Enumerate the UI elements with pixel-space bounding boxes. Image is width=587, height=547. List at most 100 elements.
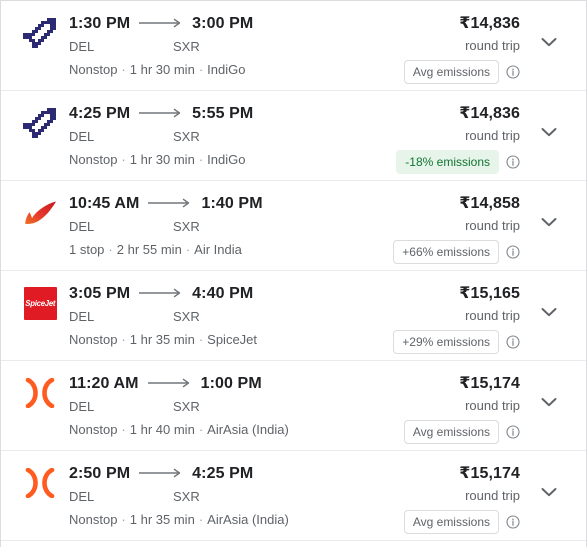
stops-label: Nonstop [69,512,118,527]
trip-type-label: round trip [465,488,520,503]
air-india-airline-logo [22,195,58,231]
airport-codes: DEL SXR [69,37,360,57]
airline-name: Air India [194,242,242,257]
trip-type-label: round trip [465,218,520,233]
airline-name: AirAsia (India) [207,422,289,437]
spicejet-airline-logo: SpiceJet [22,285,58,321]
duration-label: 1 hr 30 min [129,152,195,167]
details-separator: · [198,332,204,347]
trip-type-label: round trip [465,398,520,413]
flight-details: Nonstop · 1 hr 35 min · AirAsia (India) [69,510,360,530]
airline-name: AirAsia (India) [207,512,289,527]
emissions-row: Avg emissions [360,510,520,534]
expand-flight-chevron-down-icon[interactable] [526,193,572,233]
flight-result-row[interactable]: SpiceJet 3:05 PM 4:40 PM DEL SXR Nonstop · 1 hr… [1,271,586,361]
flight-price: ₹14,836 [459,105,520,122]
details-separator: · [198,422,204,437]
flight-details: Nonstop · 1 hr 35 min · SpiceJet [69,330,360,350]
flight-price: ₹15,165 [459,285,520,302]
price-cell: ₹14,836 round trip -18% emissions [360,103,526,174]
details-separator: · [121,422,126,437]
destination-airport-code: SXR [173,39,200,54]
emissions-badge[interactable]: +29% emissions [393,330,499,354]
flight-times: 4:25 PM 5:55 PM [69,103,360,125]
airport-codes: DEL SXR [69,397,360,417]
departure-time: 11:20 AM [69,375,139,392]
stops-label: Nonstop [69,332,118,347]
airport-codes: DEL SXR [69,307,360,327]
spicejet-logo-text: SpiceJet [25,298,55,308]
arrival-time: 4:40 PM [192,285,254,302]
stops-label: Nonstop [69,62,118,77]
flight-details: 1 stop · 2 hr 55 min · Air India [69,240,360,260]
duration-label: 2 hr 55 min [116,242,182,257]
indigo-airline-logo [22,105,58,141]
arrival-time: 1:00 PM [200,375,262,392]
stops-label: Nonstop [69,422,118,437]
airport-codes: DEL SXR [69,487,360,507]
flight-info: 11:20 AM 1:00 PM DEL SXR Nonstop · 1 hr 40 min… [65,373,360,440]
duration-label: 1 hr 30 min [129,62,195,77]
info-circle-icon[interactable] [506,515,520,529]
emissions-badge[interactable]: Avg emissions [403,510,499,534]
emissions-row: -18% emissions [360,150,520,174]
destination-airport-code: SXR [173,129,200,144]
duration-label: 1 hr 40 min [129,422,195,437]
emissions-row: Avg emissions [360,420,520,444]
airline-logo-cell: SpiceJet [15,283,65,349]
info-circle-icon[interactable] [506,155,520,169]
flight-results-list: 1:30 PM 3:00 PM DEL SXR Nonstop · 1 hr 30 min ·… [0,0,587,547]
emissions-badge[interactable]: Avg emissions [403,60,499,84]
trip-type-label: round trip [465,128,520,143]
info-circle-icon[interactable] [506,245,520,259]
flight-result-row[interactable]: 10:45 AM 1:40 PM DEL SXR 1 stop · 2 hr 55 min ·… [1,181,586,271]
flight-details: Nonstop · 1 hr 30 min · IndiGo [69,60,360,80]
origin-airport-code: DEL [69,129,95,144]
expand-flight-chevron-down-icon[interactable] [526,103,572,143]
price-cell: ₹15,165 round trip +29% emissions [360,283,526,354]
flight-arrow-icon [138,107,184,121]
info-circle-icon[interactable] [506,65,520,79]
trip-type-label: round trip [465,308,520,323]
destination-airport-code: SXR [173,219,200,234]
info-circle-icon[interactable] [506,335,520,349]
departure-time: 10:45 AM [69,195,140,212]
flight-times: 2:50 PM 4:25 PM [69,463,360,485]
flight-times: 10:45 AM 1:40 PM [69,193,360,215]
details-separator: · [198,152,204,167]
arrival-time: 3:00 PM [192,15,254,32]
departure-time: 4:25 PM [69,105,131,122]
flight-result-row[interactable]: 2:50 PM 4:25 PM DEL SXR Nonstop · 1 hr 35 min ·… [1,451,586,541]
expand-flight-chevron-down-icon[interactable] [526,463,572,503]
stops-label: 1 stop [69,242,105,257]
emissions-badge[interactable]: Avg emissions [403,420,499,444]
airport-codes: DEL SXR [69,127,360,147]
details-separator: · [121,62,126,77]
details-separator: · [198,512,204,527]
flight-result-row[interactable]: 11:20 AM 1:00 PM DEL SXR Nonstop · 1 hr 40 min… [1,361,586,451]
info-circle-icon[interactable] [506,425,520,439]
stops-label: Nonstop [69,152,118,167]
flight-arrow-icon [138,467,184,481]
expand-flight-chevron-down-icon[interactable] [526,283,572,323]
details-separator: · [185,242,191,257]
emissions-row: Avg emissions [360,60,520,84]
flight-price: ₹15,174 [459,375,520,392]
emissions-badge[interactable]: -18% emissions [396,150,499,174]
airline-logo-cell [15,463,65,529]
airline-name: IndiGo [207,152,246,167]
flight-result-row[interactable]: 1:30 PM 3:00 PM DEL SXR Nonstop · 1 hr 30 min ·… [1,1,586,91]
emissions-badge[interactable]: +66% emissions [393,240,499,264]
flight-price: ₹14,858 [459,195,520,212]
flight-price: ₹14,836 [459,15,520,32]
details-separator: · [198,62,204,77]
airline-logo-cell [15,103,65,169]
flight-times: 1:30 PM 3:00 PM [69,13,360,35]
expand-flight-chevron-down-icon[interactable] [526,13,572,53]
expand-flight-chevron-down-icon[interactable] [526,373,572,413]
flight-result-row[interactable]: 4:25 PM 5:55 PM DEL SXR Nonstop · 1 hr 30 min ·… [1,91,586,181]
arrival-time: 4:25 PM [192,465,254,482]
price-cell: ₹14,858 round trip +66% emissions [360,193,526,264]
origin-airport-code: DEL [69,219,95,234]
origin-airport-code: DEL [69,309,95,324]
